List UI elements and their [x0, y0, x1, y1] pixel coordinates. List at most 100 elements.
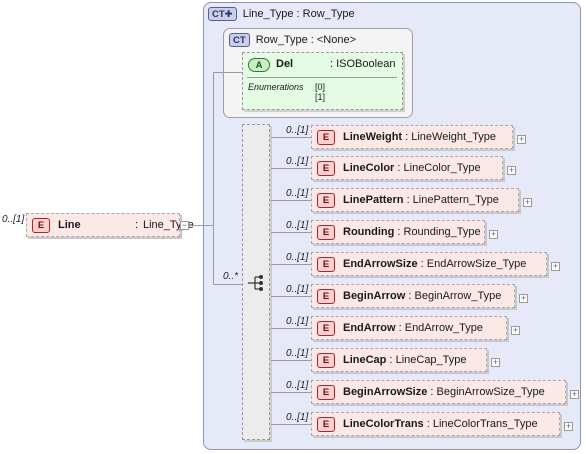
sequence-occurrence: 0..*	[223, 271, 239, 282]
collapse-icon[interactable]: −	[180, 221, 189, 230]
child-element-label: LineWeight : LineWeight_Type	[343, 131, 496, 143]
child-element-type: : LinePattern_Type	[403, 194, 499, 206]
element-badge: E	[317, 353, 335, 368]
child-element-label: LineColor : LineColor_Type	[343, 162, 481, 174]
connector-line	[271, 296, 311, 297]
child-occurrence: 0..[1]	[286, 412, 309, 423]
child-element-type: : EndArrowSize_Type	[417, 258, 527, 270]
child-element-label: LineColorTrans : LineColorTrans_Type	[343, 418, 538, 430]
expand-icon[interactable]: +	[570, 390, 579, 399]
child-element-type: : BeginArrowSize_Type	[427, 386, 545, 398]
child-element-type: : Rounding_Type	[394, 226, 481, 238]
child-element-name: LineColor	[343, 162, 395, 174]
child-element-lineweight[interactable]: E LineWeight : LineWeight_Type	[311, 125, 513, 149]
child-element-name: EndArrow	[343, 322, 396, 334]
root-element-name: Line	[58, 219, 81, 231]
element-badge: E	[317, 321, 335, 336]
child-element-name: LineColorTrans	[343, 418, 424, 430]
expand-icon[interactable]: +	[551, 262, 560, 271]
child-element-type: : LineColor_Type	[394, 162, 481, 174]
child-element-name: LineCap	[343, 354, 387, 366]
complex-type-title: Line_Type : Row_Type	[242, 8, 355, 20]
enumeration-value: [0]	[315, 82, 326, 92]
connector-line	[213, 72, 214, 284]
complex-type-header: CT✚ Line_Type : Row_Type	[208, 7, 355, 21]
element-badge: E	[317, 225, 335, 240]
enumeration-value: [1]	[315, 92, 326, 102]
element-badge: E	[317, 161, 335, 176]
connector-line	[271, 168, 311, 169]
child-element-label: BeginArrowSize : BeginArrowSize_Type	[343, 386, 545, 398]
element-badge: E	[317, 289, 335, 304]
child-element-name: LineWeight	[343, 131, 403, 143]
child-element-rounding[interactable]: E Rounding : Rounding_Type	[311, 220, 485, 244]
child-element-type: : EndArrow_Type	[395, 322, 483, 334]
child-element-label: LineCap : LineCap_Type	[343, 354, 467, 366]
root-element-type-sep: :	[135, 219, 139, 231]
child-element-label: LinePattern : LinePattern_Type	[343, 194, 499, 206]
child-occurrence: 0..[1]	[286, 348, 309, 359]
expand-icon[interactable]: +	[523, 198, 532, 207]
child-occurrence: 0..[1]	[286, 284, 309, 295]
ct-plus-icon: ✚	[224, 9, 233, 20]
expand-icon[interactable]: +	[491, 358, 500, 367]
connector-line	[271, 360, 311, 361]
element-badge: E	[317, 257, 335, 272]
expand-icon[interactable]: +	[507, 166, 516, 175]
child-occurrence: 0..[1]	[286, 156, 309, 167]
child-element-type: : LineCap_Type	[386, 354, 467, 366]
attribute-name: Del	[276, 58, 294, 70]
expand-icon[interactable]: +	[511, 326, 520, 335]
expand-icon[interactable]: +	[564, 422, 573, 431]
child-element-label: Rounding : Rounding_Type	[343, 226, 481, 238]
child-element-beginarrow[interactable]: E BeginArrow : BeginArrow_Type	[311, 284, 515, 308]
child-element-label: EndArrowSize : EndArrowSize_Type	[343, 258, 526, 270]
element-badge: E	[317, 193, 335, 208]
child-occurrence: 0..[1]	[286, 220, 309, 231]
complex-type-badge: CT✚	[208, 7, 237, 21]
connector-line	[271, 424, 311, 425]
child-element-name: LinePattern	[343, 194, 404, 206]
child-element-linecolortrans[interactable]: E LineColorTrans : LineColorTrans_Type	[311, 412, 560, 436]
connector-line	[271, 232, 311, 233]
enumerations-label: Enumerations	[248, 82, 304, 92]
child-element-endarrowsize[interactable]: E EndArrowSize : EndArrowSize_Type	[311, 252, 547, 276]
sequence-icon	[248, 275, 263, 291]
child-element-linecap[interactable]: E LineCap : LineCap_Type	[311, 348, 487, 372]
connector-line	[271, 200, 311, 201]
child-occurrence: 0..[1]	[286, 125, 309, 136]
root-occurrence: 0..[1]	[2, 214, 25, 225]
child-element-label: BeginArrow : BeginArrow_Type	[343, 290, 501, 302]
child-element-type: : LineWeight_Type	[402, 131, 497, 143]
connector-line	[271, 264, 311, 265]
base-type-header: CT Row_Type : <None>	[229, 33, 356, 47]
connector-line	[213, 72, 242, 73]
connector-line	[189, 225, 213, 226]
child-element-endarrow[interactable]: E EndArrow : EndArrow_Type	[311, 316, 507, 340]
child-occurrence: 0..[1]	[286, 188, 309, 199]
connector-line	[271, 392, 311, 393]
child-element-label: EndArrow : EndArrow_Type	[343, 322, 483, 334]
child-occurrence: 0..[1]	[286, 380, 309, 391]
child-element-name: Rounding	[343, 226, 395, 238]
child-element-name: EndArrowSize	[343, 258, 418, 270]
child-occurrence: 0..[1]	[286, 252, 309, 263]
expand-icon[interactable]: +	[519, 294, 528, 303]
child-element-beginarrowsize[interactable]: E BeginArrowSize : BeginArrowSize_Type	[311, 380, 566, 404]
element-badge: E	[317, 417, 335, 432]
expand-icon[interactable]: +	[517, 135, 526, 144]
element-badge: E	[317, 130, 335, 145]
attribute-badge: A	[248, 58, 270, 72]
child-occurrence: 0..[1]	[286, 316, 309, 327]
child-element-linecolor[interactable]: E LineColor : LineColor_Type	[311, 156, 503, 180]
attribute-divider	[247, 77, 397, 78]
base-type-badge: CT	[229, 33, 250, 47]
root-element[interactable]: E Line : Line_Type	[26, 213, 194, 237]
connector-line	[271, 137, 311, 138]
element-badge: E	[317, 385, 335, 400]
attribute-type: : ISOBoolean	[330, 58, 396, 70]
child-element-name: BeginArrowSize	[343, 386, 428, 398]
child-element-linepattern[interactable]: E LinePattern : LinePattern_Type	[311, 188, 519, 212]
child-element-type: : LineColorTrans_Type	[423, 418, 538, 430]
expand-icon[interactable]: +	[489, 230, 498, 239]
